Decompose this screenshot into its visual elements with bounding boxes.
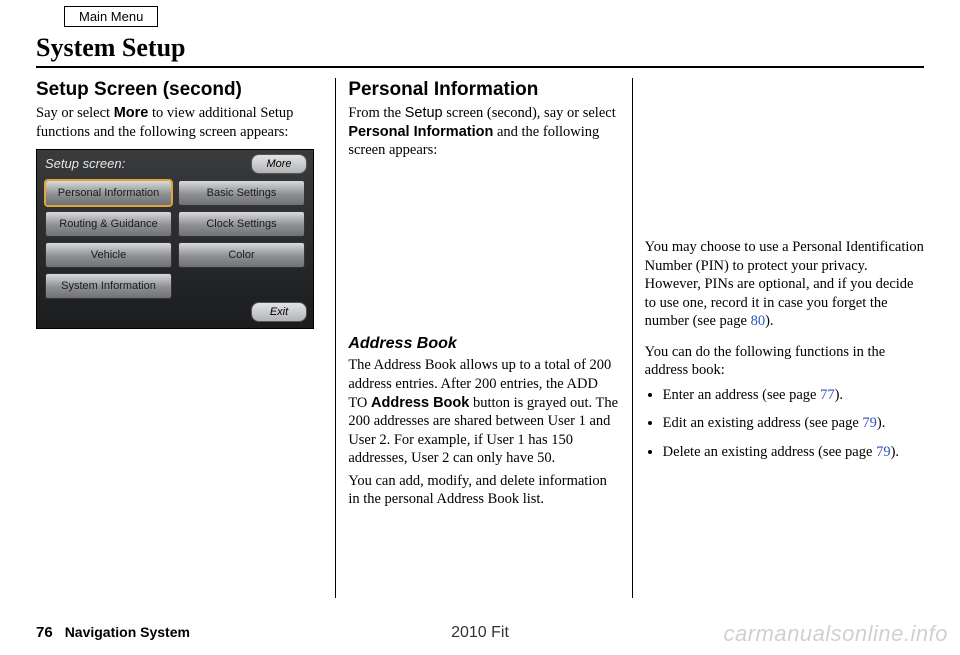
b3a: Delete an existing address (see page — [663, 444, 876, 460]
col2-heading: Personal Information — [348, 78, 619, 102]
page-link-79b[interactable]: 79 — [876, 444, 891, 460]
setup-screen-title: Setup screen: — [45, 156, 125, 173]
content-columns: Setup Screen (second) Say or select More… — [36, 78, 924, 598]
setup-button-grid: Personal Information Basic Settings Rout… — [45, 180, 305, 299]
color-button[interactable]: Color — [178, 242, 305, 268]
b1a: Enter an address (see page — [663, 387, 820, 403]
vehicle-button[interactable]: Vehicle — [45, 242, 172, 268]
setup-screen-preview: Setup screen: More Personal Information … — [36, 149, 314, 329]
address-book-heading: Address Book — [348, 334, 619, 354]
col2-intro-b: screen (second), say or select — [443, 105, 616, 121]
b2b: ). — [877, 415, 885, 431]
col2-intro: From the Setup screen (second), say or s… — [348, 104, 619, 160]
list-item: Edit an existing address (see page 79). — [663, 414, 924, 433]
main-menu-button[interactable]: Main Menu — [64, 6, 158, 27]
address-book-para2: You can add, modify, and delete informat… — [348, 472, 619, 509]
main-menu-wrap: Main Menu — [64, 6, 924, 27]
col1-intro-bold: More — [114, 105, 149, 121]
col2-intro-setup: Setup — [405, 105, 443, 121]
func-intro: You can do the following functions in th… — [645, 343, 924, 380]
col2-intro-bold: Personal Information — [348, 124, 493, 140]
list-item: Enter an address (see page 77). — [663, 386, 924, 405]
list-item: Delete an existing address (see page 79)… — [663, 443, 924, 462]
b2a: Edit an existing address (see page — [663, 415, 863, 431]
more-button[interactable]: More — [251, 154, 307, 174]
routing-guidance-button[interactable]: Routing & Guidance — [45, 211, 172, 237]
page-link-80[interactable]: 80 — [751, 313, 766, 329]
system-information-button[interactable]: System Information — [45, 273, 172, 299]
column-1: Setup Screen (second) Say or select More… — [36, 78, 335, 598]
personal-information-button[interactable]: Personal Information — [45, 180, 172, 206]
addr-bold: Address Book — [371, 395, 469, 411]
column-2: Personal Information From the Setup scre… — [335, 78, 632, 598]
clock-settings-button[interactable]: Clock Settings — [178, 211, 305, 237]
manual-page: Main Menu System Setup Setup Screen (sec… — [0, 0, 960, 655]
column-3: You may choose to use a Personal Identif… — [633, 78, 924, 598]
b1b: ). — [835, 387, 843, 403]
address-book-para1: The Address Book allows up to a total of… — [348, 356, 619, 467]
function-list: Enter an address (see page 77). Edit an … — [645, 386, 924, 462]
section-name: Navigation System — [65, 624, 190, 640]
pin-b: ). — [765, 313, 773, 329]
model-year: 2010 Fit — [451, 624, 509, 642]
col2-intro-a: From the — [348, 105, 404, 121]
col1-heading: Setup Screen (second) — [36, 78, 323, 102]
b3b: ). — [891, 444, 899, 460]
basic-settings-button[interactable]: Basic Settings — [178, 180, 305, 206]
exit-button[interactable]: Exit — [251, 302, 307, 322]
page-link-79[interactable]: 79 — [862, 415, 877, 431]
col3-spacer — [645, 78, 924, 238]
pin-a: You may choose to use a Personal Identif… — [645, 239, 924, 329]
page-number: 76 — [36, 624, 53, 641]
col1-intro-a: Say or select — [36, 105, 114, 121]
col1-intro: Say or select More to view additional Se… — [36, 104, 323, 141]
watermark: carmanualsonline.info — [723, 621, 948, 647]
pin-para: You may choose to use a Personal Identif… — [645, 238, 924, 331]
page-link-77[interactable]: 77 — [820, 387, 835, 403]
col2-image-placeholder — [348, 164, 619, 334]
title-rule — [36, 66, 924, 68]
page-title: System Setup — [36, 33, 924, 63]
